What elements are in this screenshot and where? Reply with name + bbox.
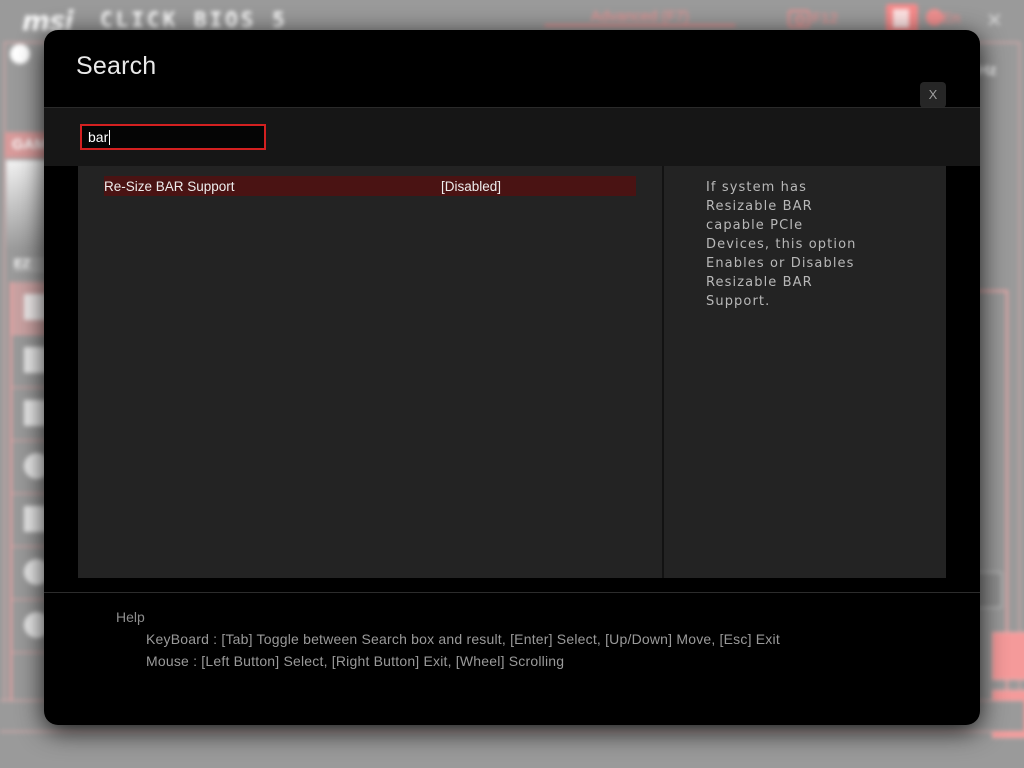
result-item-name: Re-Size BAR Support	[104, 178, 235, 194]
advanced-tab-label[interactable]: Advanced (F7)	[540, 3, 740, 31]
dialog-body: Re-Size BAR Support [Disabled] If system…	[78, 166, 946, 578]
search-bar	[44, 107, 980, 166]
close-icon[interactable]: ✕	[986, 8, 1003, 33]
table-row[interactable]: Re-Size BAR Support [Disabled]	[104, 176, 636, 196]
help-keyboard-line: KeyBoard : [Tab] Toggle between Search b…	[146, 631, 780, 647]
bios-screen: msi CLICK BIOS 5 Advanced (F7) F12 En ✕ …	[0, 0, 1024, 768]
dialog-footer: Help KeyBoard : [Tab] Toggle between Sea…	[44, 592, 980, 725]
description-pane: If system has Resizable BAR capable PCIe…	[664, 166, 946, 578]
dialog-header: Search X	[44, 30, 980, 108]
camera-icon	[788, 10, 810, 28]
description-text: If system has Resizable BAR capable PCIe…	[706, 180, 857, 309]
bg-round-button-1[interactable]	[992, 632, 1024, 680]
close-button[interactable]: X	[920, 82, 946, 108]
help-mouse-line: Mouse : [Left Button] Select, [Right But…	[146, 653, 565, 669]
text-cursor	[109, 130, 111, 145]
page-title: Search	[76, 52, 157, 80]
help-label: Help	[116, 609, 145, 625]
search-results-pane[interactable]: Re-Size BAR Support [Disabled]	[78, 166, 664, 578]
search-dialog: Search X Re-Size BAR Support [Disabled] …	[44, 30, 980, 725]
language-label[interactable]: En	[942, 10, 960, 27]
search-input-wrapper[interactable]	[80, 124, 266, 150]
globe-icon	[926, 9, 943, 26]
clock-icon	[10, 44, 30, 64]
result-item-value: [Disabled]	[441, 178, 502, 194]
screenshot-key-label: F12	[812, 10, 838, 27]
product-title: CLICK BIOS 5	[100, 8, 288, 32]
